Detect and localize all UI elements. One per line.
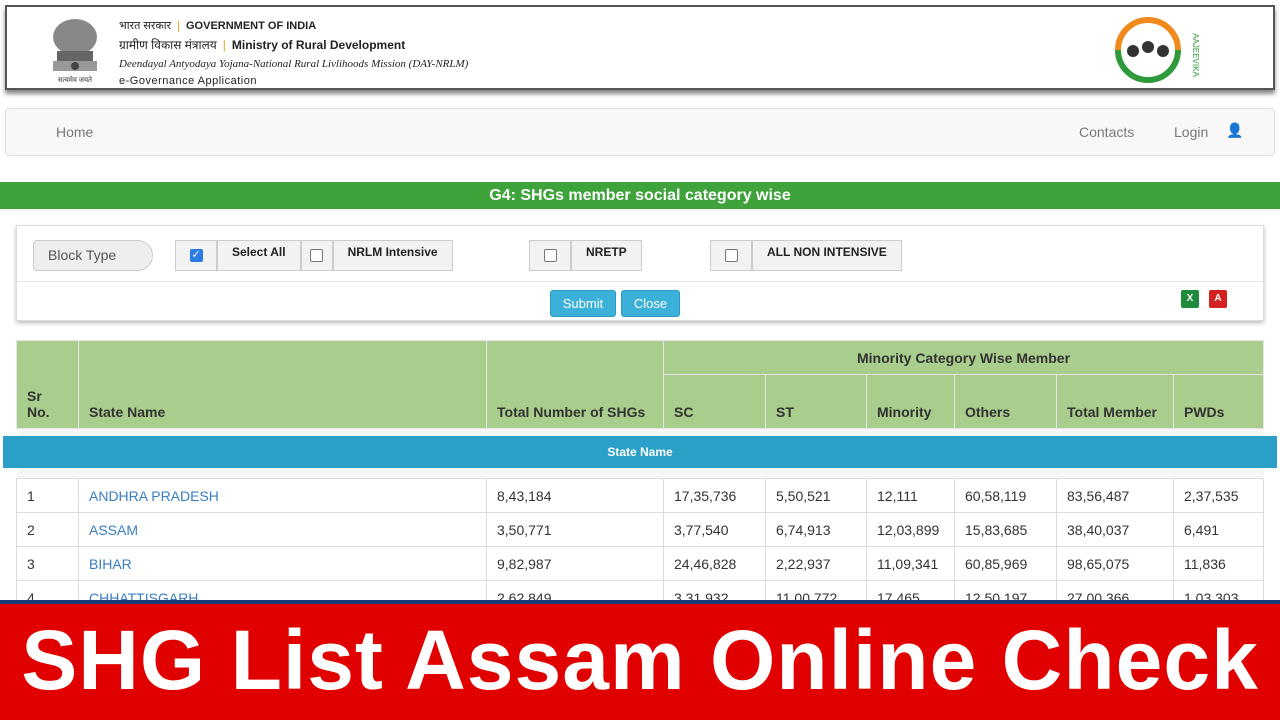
nrlm-intensive-checkbox[interactable]: [300, 240, 333, 271]
state-link[interactable]: ASSAM: [89, 522, 138, 538]
national-emblem-icon: सत्यमेव जयते: [53, 19, 97, 84]
table-cell: 60,58,119: [954, 478, 1057, 513]
aajeevika-logo-icon: AAJEEVIKA: [1115, 17, 1200, 83]
table-cell: 2,22,937: [765, 546, 867, 581]
table-cell: 9,82,987: [486, 546, 664, 581]
navbar: Home Contacts Login 👤: [5, 108, 1275, 156]
hindi-gov-label: भारत सरकार: [119, 20, 172, 32]
table-cell: ASSAM: [78, 512, 487, 547]
block-type-label: Block Type: [33, 240, 153, 271]
select-all-label[interactable]: Select All: [217, 240, 301, 271]
table-row: 3 BIHAR 9,82,987 24,46,828 2,22,937 11,09,341…: [16, 546, 1264, 581]
mission-label: Deendayal Antyodaya Yojana-National Rura…: [119, 58, 469, 70]
table-cell: 11,09,341: [866, 546, 955, 581]
nav-contacts[interactable]: Contacts: [1079, 124, 1134, 140]
col-group-minority: Minority Category Wise Member: [663, 340, 1264, 375]
table-cell: 3: [16, 546, 79, 581]
close-button[interactable]: Close: [621, 290, 680, 317]
page-title: G4: SHGs member social category wise: [0, 182, 1280, 209]
table-cell: 3,50,771: [486, 512, 664, 547]
col-minority: Minority: [866, 374, 955, 429]
col-pwds: PWDs: [1173, 374, 1264, 429]
col-others: Others: [954, 374, 1057, 429]
col-state: State Name: [78, 340, 487, 429]
col-total-member: Total Member: [1056, 374, 1174, 429]
table-cell: ANDHRA PRADESH: [78, 478, 487, 513]
table-cell: 2: [16, 512, 79, 547]
col-st: ST: [765, 374, 867, 429]
user-icon[interactable]: 👤: [1226, 122, 1243, 139]
table-cell: 6,74,913: [765, 512, 867, 547]
table-row: 2 ASSAM 3,50,771 3,77,540 6,74,913 12,03,899 1…: [16, 512, 1264, 547]
shg-table: Sr No. State Name Total Number of SHGs M…: [16, 340, 1264, 615]
table-cell: 98,65,075: [1056, 546, 1174, 581]
title-banner: SHG List Assam Online Check: [0, 600, 1280, 720]
nav-login[interactable]: Login: [1174, 124, 1208, 140]
table-cell: 38,40,037: [1056, 512, 1174, 547]
table-cell: 17,35,736: [663, 478, 766, 513]
divider: [17, 281, 1263, 282]
gov-label: GOVERNMENT OF INDIA: [186, 20, 317, 32]
table-cell: BIHAR: [78, 546, 487, 581]
svg-text:AAJEEVIKA: AAJEEVIKA: [1191, 33, 1200, 77]
all-non-intensive-checkbox[interactable]: [710, 240, 752, 271]
submit-button[interactable]: Submit: [550, 290, 616, 317]
sticky-state-header: State Name: [3, 436, 1277, 468]
banner-text: SHG List Assam Online Check: [21, 613, 1259, 707]
nretp-label[interactable]: NRETP: [571, 240, 642, 271]
excel-export-icon[interactable]: X: [1181, 290, 1199, 308]
table-cell: 8,43,184: [486, 478, 664, 513]
table-row: 1 ANDHRA PRADESH 8,43,184 17,35,736 5,50,521…: [16, 478, 1264, 513]
col-sr: Sr No.: [16, 340, 79, 429]
table-cell: 3,77,540: [663, 512, 766, 547]
hindi-ministry-label: ग्रामीण विकास मंत्रालय: [119, 38, 217, 52]
nav-home[interactable]: Home: [56, 124, 93, 140]
col-sc: SC: [663, 374, 766, 429]
svg-text:सत्यमेव जयते: सत्यमेव जयते: [58, 75, 93, 84]
table-cell: 60,85,969: [954, 546, 1057, 581]
table-cell: 1: [16, 478, 79, 513]
table-cell: 5,50,521: [765, 478, 867, 513]
filter-panel: Block Type ✓ Select All NRLM Intensive N…: [16, 225, 1264, 321]
select-all-checkbox[interactable]: ✓: [175, 240, 217, 271]
state-link[interactable]: ANDHRA PRADESH: [89, 488, 219, 504]
table-cell: 83,56,487: [1056, 478, 1174, 513]
table-cell: 12,111: [866, 478, 955, 513]
table-cell: 11,836: [1173, 546, 1264, 581]
table-cell: 15,83,685: [954, 512, 1057, 547]
nretp-checkbox[interactable]: [529, 240, 571, 271]
site-header: सत्यमेव जयते भारत सरकार | GOVERNMENT OF IN…: [5, 5, 1275, 90]
state-link[interactable]: BIHAR: [89, 556, 132, 572]
table-cell: 2,37,535: [1173, 478, 1264, 513]
col-total-shgs: Total Number of SHGs: [486, 340, 664, 429]
table-cell: 12,03,899: [866, 512, 955, 547]
nrlm-intensive-label[interactable]: NRLM Intensive: [332, 240, 453, 271]
pdf-export-icon[interactable]: A: [1209, 290, 1227, 308]
app-label: e-Governance Application: [119, 75, 257, 87]
ministry-label: Ministry of Rural Development: [231, 38, 406, 52]
table-cell: 24,46,828: [663, 546, 766, 581]
table-cell: 6,491: [1173, 512, 1264, 547]
all-non-intensive-label[interactable]: ALL NON INTENSIVE: [752, 240, 902, 271]
